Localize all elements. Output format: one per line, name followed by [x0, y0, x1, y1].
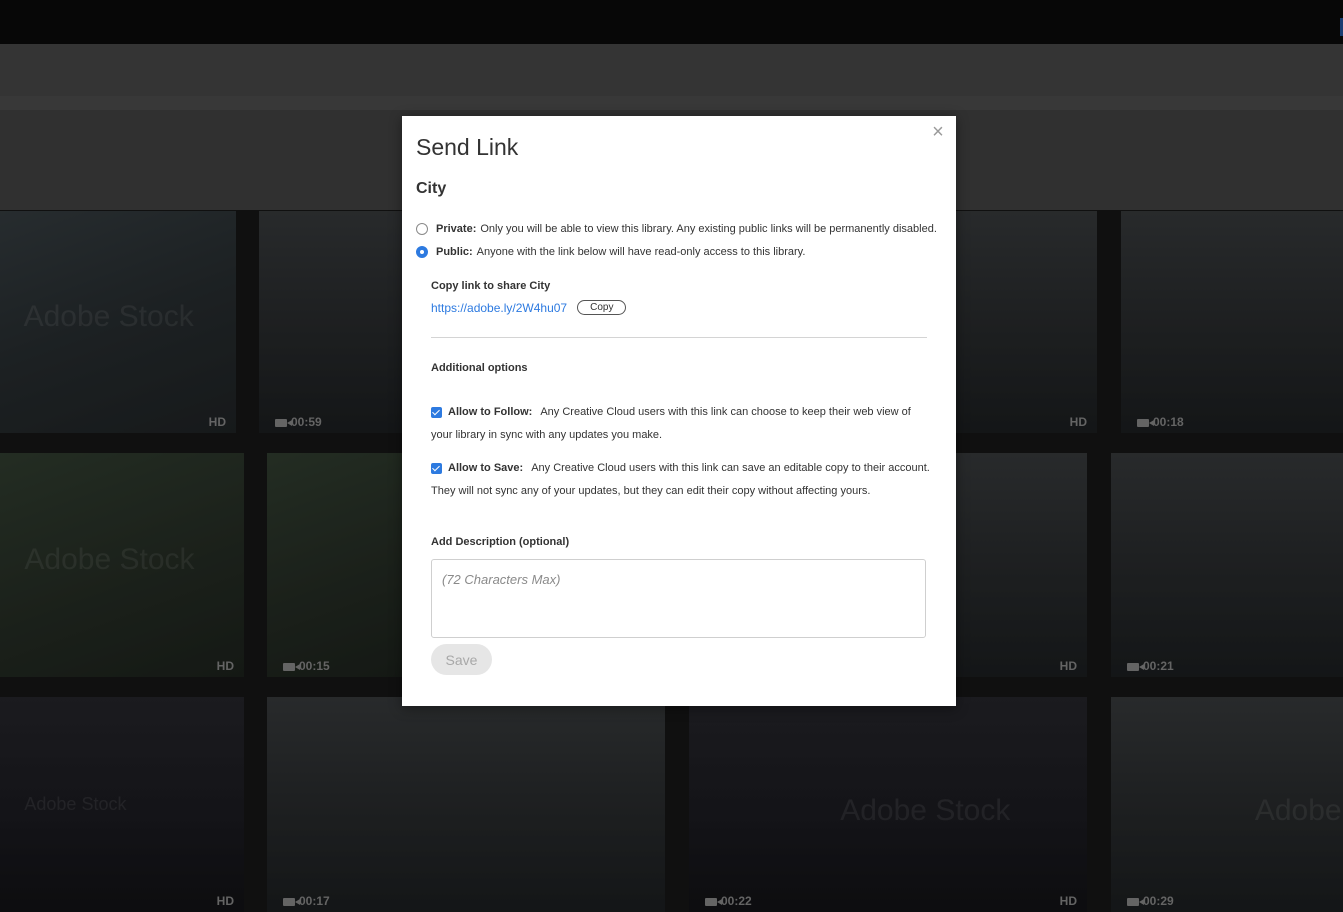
- divider: [431, 337, 927, 338]
- allow-follow-option: Allow to Follow: Any Creative Cloud users…: [431, 401, 931, 447]
- private-option[interactable]: Private: Only you will be able to view t…: [416, 223, 937, 235]
- library-name: City: [416, 180, 447, 197]
- public-label: Public:: [436, 246, 473, 258]
- dialog-title: Send Link: [416, 134, 519, 160]
- description-input[interactable]: [431, 559, 926, 638]
- allow-save-checkbox[interactable]: [431, 462, 442, 474]
- send-link-dialog: × Send Link City Private: Only you will …: [402, 116, 956, 706]
- save-button[interactable]: Save: [431, 644, 492, 675]
- copy-button[interactable]: Copy: [577, 300, 627, 315]
- share-link[interactable]: https://adobe.ly/2W4hu07: [431, 301, 567, 315]
- allow-follow-label: Allow to Follow:: [448, 406, 533, 418]
- close-icon[interactable]: ×: [928, 122, 948, 142]
- private-radio[interactable]: [416, 223, 428, 235]
- allow-save-option: Allow to Save: Any Creative Cloud users w…: [431, 457, 931, 503]
- allow-follow-checkbox[interactable]: [431, 406, 442, 418]
- public-option[interactable]: Public: Anyone with the link below will …: [416, 246, 805, 258]
- private-description: Only you will be able to view this libra…: [480, 223, 937, 235]
- copy-link-label: Copy link to share City: [431, 280, 551, 292]
- public-description: Anyone with the link below will have rea…: [476, 246, 806, 258]
- private-label: Private:: [436, 223, 477, 235]
- allow-save-label: Allow to Save:: [448, 462, 524, 474]
- description-label: Add Description (optional): [431, 536, 570, 548]
- public-radio[interactable]: [416, 246, 428, 258]
- share-link-row: https://adobe.ly/2W4hu07 Copy: [431, 300, 627, 315]
- additional-options-heading: Additional options: [431, 362, 528, 374]
